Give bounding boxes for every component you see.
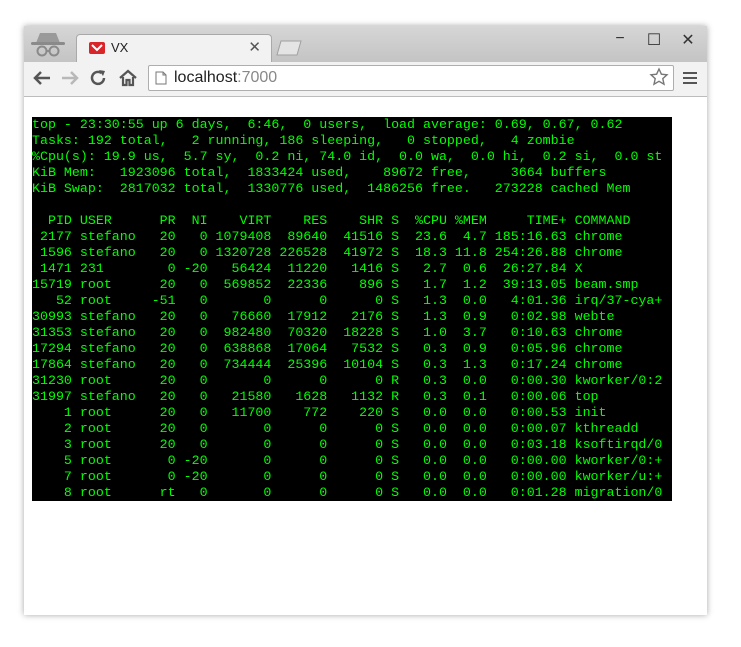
top-swap-line: KiB Swap: 2817032 total, 1330776 used, 1…: [32, 181, 631, 196]
maximize-button[interactable]: ☐: [642, 30, 666, 50]
process-table-header: PID USER PR NI VIRT RES SHR S %CPU %MEM …: [32, 213, 631, 228]
process-row: 1 root 20 0 11700 772 220 S 0.0 0.0 0:00…: [32, 405, 607, 420]
top-cpu-line: %Cpu(s): 19.9 us, 5.7 sy, 0.2 ni, 74.0 i…: [32, 149, 663, 164]
forward-arrow-icon[interactable]: [58, 66, 82, 90]
url-text[interactable]: localhost:7000: [174, 69, 277, 87]
process-row: 2 root 20 0 0 0 0 S 0.0 0.0 0:00.07 kthr…: [32, 421, 639, 436]
process-row: 1596 stefano 20 0 1320728 226528 41972 S…: [32, 245, 623, 260]
url-port: :7000: [237, 69, 278, 86]
home-icon[interactable]: [116, 66, 140, 90]
tab-vx[interactable]: VX ✕: [76, 34, 272, 62]
minimize-button[interactable]: −: [608, 30, 632, 48]
process-row: 2177 stefano 20 0 1079408 89640 41516 S …: [32, 229, 623, 244]
incognito-icon: [31, 33, 65, 57]
process-row: 31230 root 20 0 0 0 0 R 0.3 0.0 0:00.30 …: [32, 373, 663, 388]
vx-favicon-icon: [89, 42, 105, 54]
url-host: localhost: [174, 69, 238, 86]
title-bar[interactable]: VX ✕ − ☐ ✕: [24, 26, 707, 62]
process-row: 5 root 0 -20 0 0 0 S 0.0 0.0 0:00.00 kwo…: [32, 453, 663, 468]
page-icon: [155, 71, 167, 85]
terminal-top-output[interactable]: top - 23:30:55 up 6 days, 6:46, 0 users,…: [32, 117, 672, 501]
process-row: 1471 231 0 -20 56424 11220 1416 S 2.7 0.…: [32, 261, 583, 276]
back-arrow-icon[interactable]: [30, 66, 54, 90]
process-row: 52 root -51 0 0 0 0 S 1.3 0.0 4:01.36 ir…: [32, 293, 663, 308]
reload-icon[interactable]: [86, 66, 110, 90]
process-row: 3 root 20 0 0 0 0 S 0.0 0.0 0:03.18 ksof…: [32, 437, 663, 452]
process-row: 7 root 0 -20 0 0 0 S 0.0 0.0 0:00.00 kwo…: [32, 469, 663, 484]
process-row: 17294 stefano 20 0 638868 17064 7532 S 0…: [32, 341, 623, 356]
process-row: 30993 stefano 20 0 76660 17912 2176 S 1.…: [32, 309, 615, 324]
process-row: 15719 root 20 0 569852 22336 896 S 1.7 1…: [32, 277, 639, 292]
bookmark-star-icon[interactable]: [649, 67, 669, 87]
top-uptime-line: top - 23:30:55 up 6 days, 6:46, 0 users,…: [32, 117, 623, 132]
tab-close-icon[interactable]: ✕: [248, 38, 261, 56]
top-mem-line: KiB Mem: 1923096 total, 1833424 used, 89…: [32, 165, 607, 180]
address-bar[interactable]: localhost:7000: [148, 65, 674, 91]
tab-title: VX: [111, 40, 129, 55]
process-row: 17864 stefano 20 0 734444 25396 10104 S …: [32, 357, 623, 372]
menu-icon[interactable]: [682, 70, 698, 86]
new-tab-button[interactable]: [276, 40, 302, 56]
process-row: 8 root rt 0 0 0 0 S 0.0 0.0 0:01.28 migr…: [32, 485, 663, 500]
browser-toolbar: localhost:7000: [24, 62, 707, 97]
process-row: 31353 stefano 20 0 982480 70320 18228 S …: [32, 325, 623, 340]
process-row: 31997 stefano 20 0 21580 1628 1132 R 0.3…: [32, 389, 599, 404]
browser-window: VX ✕ − ☐ ✕ localhost:7000 top - 23:30:55…: [24, 26, 707, 615]
top-tasks-line: Tasks: 192 total, 2 running, 186 sleepin…: [32, 133, 575, 148]
close-window-button[interactable]: ✕: [676, 30, 700, 50]
